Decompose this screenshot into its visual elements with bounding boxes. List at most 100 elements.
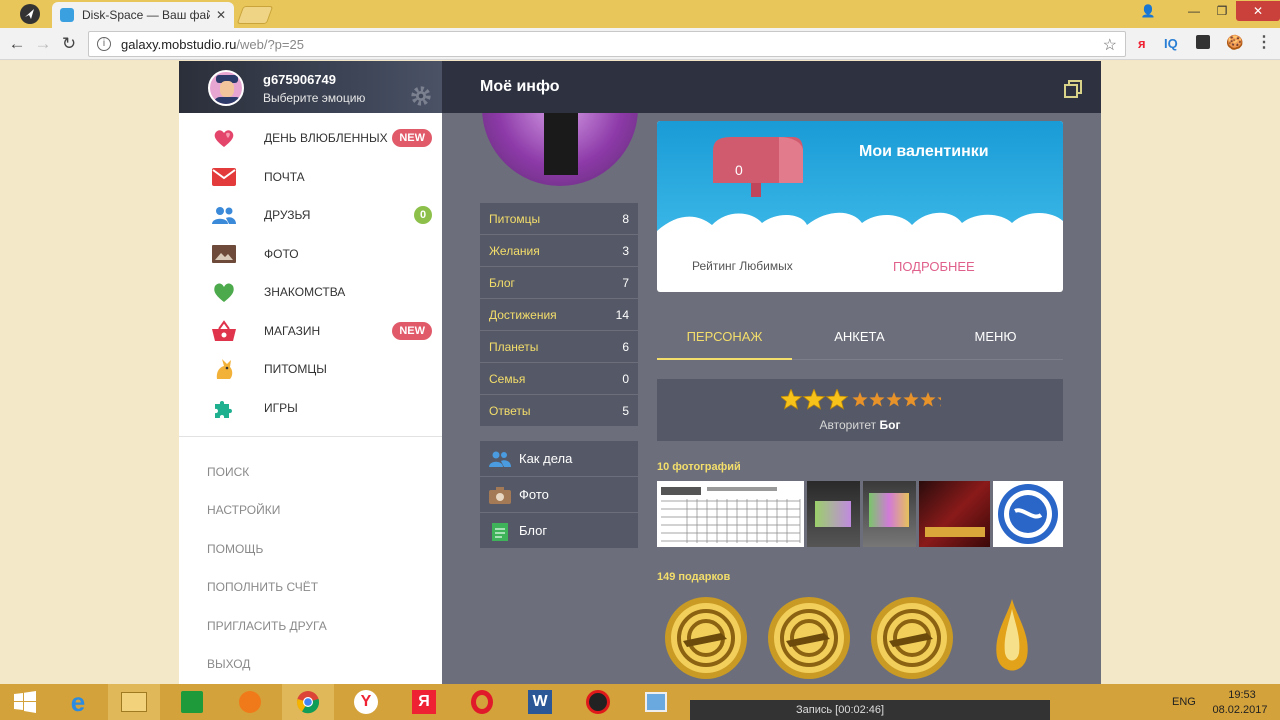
sidebar-item-valentines-day[interactable]: День влюбленных NEW xyxy=(179,119,442,157)
action-label: Блог xyxy=(519,523,548,538)
sidebar-item-shop[interactable]: Магазин NEW xyxy=(179,312,442,350)
user-icon[interactable]: 👤 xyxy=(1134,4,1162,18)
stat-label: Планеты xyxy=(489,339,539,354)
photo-thumbnail[interactable] xyxy=(863,481,916,547)
sidebar-link-help[interactable]: Помощь xyxy=(207,542,263,556)
tab-menu[interactable]: МЕНЮ xyxy=(928,316,1063,360)
recorder-icon[interactable] xyxy=(572,684,624,720)
heart-icon xyxy=(211,280,237,304)
stat-label: Ответы xyxy=(489,403,531,418)
friends-count-badge: 0 xyxy=(414,206,432,224)
action-how-are-you[interactable]: Как дела xyxy=(480,441,638,476)
photos-count-label[interactable]: 10 фотографий xyxy=(657,461,741,473)
photo-thumbnail[interactable] xyxy=(807,481,860,547)
photo-thumbnail[interactable] xyxy=(993,481,1063,547)
windows-start-icon[interactable] xyxy=(0,684,50,720)
browser-toolbar: ← → ↻ i galaxy.mobstudio.ru/web/?p=25 ☆ xyxy=(0,28,1280,60)
sidebar-link-logout[interactable]: Выход xyxy=(207,657,250,671)
cookie-extension-icon[interactable]: 🍪 xyxy=(1226,34,1243,51)
amber-gem-icon[interactable] xyxy=(969,595,1055,681)
iq-extension-icon[interactable]: IQ xyxy=(1164,36,1178,51)
emotion-selector[interactable]: Выберите эмоцию xyxy=(263,91,365,105)
photo-viewer-icon[interactable] xyxy=(630,684,682,720)
internet-explorer-icon[interactable]: e xyxy=(52,684,104,720)
chrome-icon[interactable] xyxy=(282,684,334,720)
sidebar-item-games[interactable]: Игры xyxy=(179,389,442,427)
stat-row-planets[interactable]: Планеты 6 xyxy=(480,331,638,362)
blog-icon xyxy=(489,521,511,541)
windows-taskbar: e Y Я W Запись [00:02:46] ENG 19:53 08.0… xyxy=(0,684,1280,720)
sidebar-link-invite-friend[interactable]: Пригласить друга xyxy=(207,619,327,633)
yandex-browser-icon[interactable]: Y xyxy=(340,684,392,720)
address-bar[interactable]: i galaxy.mobstudio.ru/web/?p=25 ☆ xyxy=(88,31,1126,57)
stat-row-answers[interactable]: Ответы 5 xyxy=(480,395,638,426)
app-icon[interactable] xyxy=(224,684,276,720)
action-label: Фото xyxy=(519,487,549,502)
stat-row-achievements[interactable]: Достижения 14 xyxy=(480,299,638,330)
opera-icon[interactable] xyxy=(456,684,508,720)
star-filled-icon xyxy=(825,389,849,410)
close-window-icon[interactable]: ✕ xyxy=(1236,1,1280,21)
sidebar-link-search[interactable]: Поиск xyxy=(207,465,249,479)
rating-stars xyxy=(781,389,941,410)
new-tab-button[interactable] xyxy=(236,6,274,24)
reload-icon[interactable]: ↻ xyxy=(58,33,80,55)
sidebar-item-label: День влюбленных xyxy=(264,131,388,145)
action-photo[interactable]: Фото xyxy=(480,477,638,512)
stat-label: Достижения xyxy=(489,307,557,322)
gold-coin-icon[interactable] xyxy=(766,595,852,681)
stat-row-family[interactable]: Семья 0 xyxy=(480,363,638,394)
gifts-count-label[interactable]: 149 подарков xyxy=(657,571,730,583)
extension-icon[interactable] xyxy=(1196,35,1210,49)
mailbox-icon[interactable] xyxy=(713,137,803,197)
language-indicator[interactable]: ENG xyxy=(1172,696,1196,708)
valentines-count: 0 xyxy=(735,162,743,178)
photo-thumbnail[interactable] xyxy=(657,481,804,547)
profile-name[interactable]: g675906749 xyxy=(263,72,336,87)
stat-row-blog[interactable]: Блог 7 xyxy=(480,267,638,298)
browser-menu-icon[interactable]: ⋮ xyxy=(1256,32,1272,52)
word-icon[interactable]: W xyxy=(514,684,566,720)
recording-status[interactable]: Запись [00:02:46] xyxy=(690,700,1050,720)
back-icon[interactable]: ← xyxy=(6,33,28,55)
stat-row-wishes[interactable]: Желания 3 xyxy=(480,235,638,266)
more-details-link[interactable]: ПОДРОБНЕЕ xyxy=(893,259,975,274)
sidebar-item-dating[interactable]: Знакомства xyxy=(179,273,442,311)
tab-questionnaire[interactable]: АНКЕТА xyxy=(792,316,927,360)
sidebar-item-pets[interactable]: Питомцы xyxy=(179,350,442,388)
star-small-icon xyxy=(937,397,941,407)
stat-row-pets[interactable]: Питомцы 8 xyxy=(480,203,638,234)
stat-value: 6 xyxy=(622,339,629,354)
app-menu-icon[interactable] xyxy=(14,2,46,26)
gear-icon[interactable] xyxy=(410,85,432,107)
store-icon[interactable] xyxy=(166,684,218,720)
minimize-icon[interactable]: — xyxy=(1180,4,1208,18)
sidebar-item-photo[interactable]: Фото xyxy=(179,235,442,273)
sidebar-link-settings[interactable]: Настройки xyxy=(207,503,280,517)
clock-time[interactable]: 19:53 xyxy=(1222,689,1262,701)
restore-icon[interactable]: ❐ xyxy=(1208,4,1236,18)
sidebar-item-mail[interactable]: Почта xyxy=(179,158,442,196)
forward-icon[interactable]: → xyxy=(32,33,54,55)
gold-coin-icon[interactable] xyxy=(663,595,749,681)
clock-date[interactable]: 08.02.2017 xyxy=(1208,704,1272,716)
browser-tab[interactable]: Disk-Space — Ваш файл ✕ xyxy=(52,2,234,28)
file-explorer-icon[interactable] xyxy=(108,684,160,720)
bookmark-star-icon[interactable]: ☆ xyxy=(1103,35,1117,55)
tab-character[interactable]: ПЕРСОНАЖ xyxy=(657,316,792,360)
gold-coin-icon[interactable] xyxy=(869,595,955,681)
sidebar-item-label: Фото xyxy=(264,247,299,261)
action-blog[interactable]: Блог xyxy=(480,513,638,548)
favorites-rating-link[interactable]: Рейтинг Любимых xyxy=(692,259,793,273)
close-tab-icon[interactable]: ✕ xyxy=(216,8,226,22)
url-host: galaxy.mobstudio.ru xyxy=(121,36,237,52)
photo-thumbnail[interactable] xyxy=(919,481,990,547)
expand-window-icon[interactable] xyxy=(1064,80,1082,98)
stat-value: 8 xyxy=(622,211,629,226)
yandex-icon[interactable]: Я xyxy=(398,684,450,720)
avatar[interactable] xyxy=(208,70,244,106)
sidebar-link-top-up[interactable]: Пополнить счёт xyxy=(207,580,318,594)
yandex-extension-icon[interactable]: я xyxy=(1138,36,1146,51)
info-icon[interactable]: i xyxy=(97,37,111,51)
sidebar-item-friends[interactable]: Друзья 0 xyxy=(179,196,442,234)
